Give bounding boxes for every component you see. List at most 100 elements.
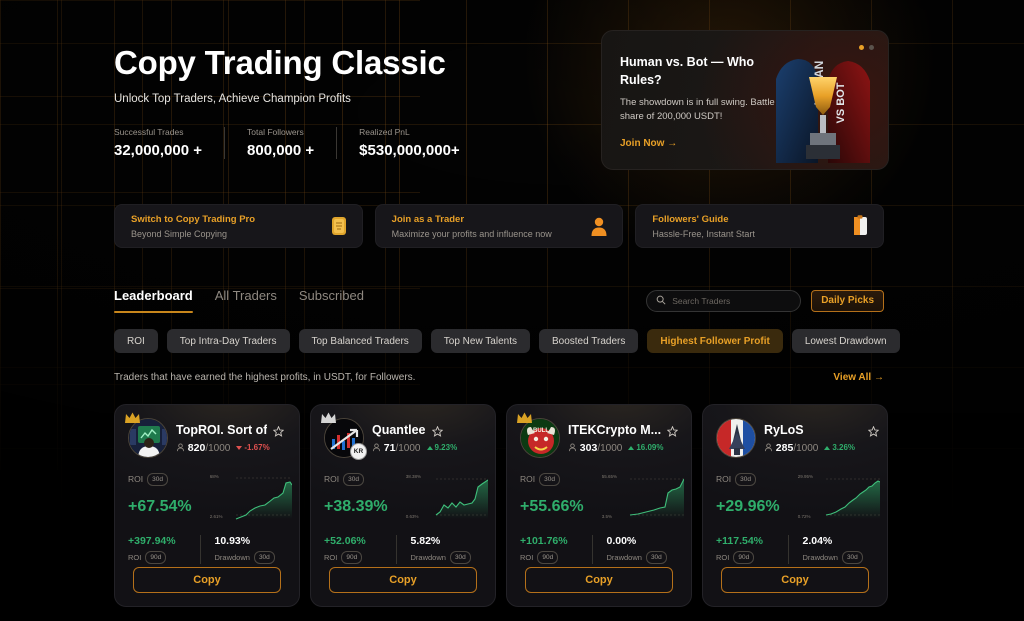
search-icon (656, 292, 666, 310)
roi-90d-stat: +117.54% ROI 90d (716, 535, 788, 564)
stat-label: Successful Trades (114, 127, 184, 138)
svg-text:BULL: BULL (533, 428, 549, 434)
drawdown-value: 10.93% (214, 535, 251, 547)
copy-button[interactable]: Copy (721, 567, 869, 593)
chip-top-balanced-traders[interactable]: Top Balanced Traders (298, 329, 422, 353)
trader-card-stats: +101.76% ROI 90d 0.00% Drawdown 30d (520, 535, 678, 564)
drawdown-stat: 5.82% Drawdown 30d (395, 535, 483, 564)
stat-value: 800,000 + (247, 142, 315, 160)
roi-period-tag: 30d (735, 473, 756, 486)
section-description-row: Traders that have earned the highest pro… (114, 372, 884, 383)
drawdown-value: 0.00% (606, 535, 637, 547)
drawdown-label: Drawdown (410, 552, 446, 562)
drawdown-stat: 10.93% Drawdown 30d (199, 535, 287, 564)
roi-90d-value: +397.94% (128, 535, 176, 547)
tabs-right-controls: Daily Picks (646, 289, 884, 312)
action-subtitle: Maximize your profits and influence now (391, 228, 552, 239)
trader-card[interactable]: TopROI. Sort of 820/1000 -1.67% ROI 30d … (114, 404, 300, 607)
copy-button[interactable]: Copy (525, 567, 673, 593)
followers-max: /1000 (395, 442, 421, 454)
chip-lowest-drawdown[interactable]: Lowest Drawdown (791, 329, 900, 353)
roi-period-tag: 30d (539, 473, 560, 486)
daily-picks-button[interactable]: Daily Picks (811, 289, 884, 312)
trader-cards: TopROI. Sort of 820/1000 -1.67% ROI 30d … (114, 404, 888, 607)
trader-card-header: BULL ITEKCrypto M... 303/1000 16.09% (517, 412, 679, 458)
stat-value: 32,000,000 + (114, 142, 203, 160)
page-subtitle: Unlock Top Traders, Achieve Champion Pro… (114, 93, 351, 106)
roi-block: ROI 30d +55.66% (520, 473, 602, 516)
trader-identity: TopROI. Sort of 820/1000 -1.67% (176, 423, 285, 454)
favorite-star-icon[interactable] (273, 424, 285, 437)
drawdown-label-row: Drawdown 30d (607, 551, 679, 564)
chip-top-new-talents[interactable]: Top New Talents (430, 329, 530, 353)
drawdown-stat: 0.00% Drawdown 30d (591, 535, 679, 564)
change-badge: -1.67% (236, 443, 270, 452)
drawdown-tag: 30d (841, 551, 863, 564)
drawdown-label: Drawdown (214, 552, 250, 562)
action-card-join-trader[interactable]: Join as a Trader Maximize your profits a… (374, 204, 624, 248)
user-icon (588, 214, 610, 238)
chip-roi[interactable]: ROI (114, 329, 158, 353)
trader-card[interactable]: KR Quantlee 71/1000 9.23% ROI 30d +38.39… (310, 404, 496, 607)
change-value: 9.23% (434, 443, 458, 452)
sparkline-chart: 29.95% 0.72% (798, 474, 880, 521)
trader-name: Quantlee (372, 422, 426, 437)
triangle-up-icon (426, 445, 433, 450)
tab-subscribed[interactable]: Subscribed (299, 288, 364, 313)
trader-card[interactable]: BULL ITEKCrypto M... 303/1000 16.09% ROI… (506, 404, 692, 607)
avatar-wrapper: BULL (517, 412, 560, 458)
roi-90d-value: +117.54% (716, 535, 764, 547)
trader-card[interactable]: RyLoS 285/1000 3.26% ROI 30d +29.96% 29.… (702, 404, 888, 607)
search-box[interactable] (646, 289, 802, 312)
action-title: Followers' Guide (652, 213, 729, 225)
sparkline-area (235, 482, 292, 519)
roi-value: +55.66% (520, 497, 584, 515)
tab-all-traders[interactable]: All Traders (215, 288, 277, 313)
roi-label-row: ROI 30d (324, 473, 406, 486)
roi-90d-label: ROI (324, 552, 338, 562)
promo-banner[interactable]: Human vs. Bot — Who Rules? The showdown … (601, 30, 889, 170)
followers-count: 71/1000 (372, 442, 421, 454)
roi-label: ROI (520, 474, 536, 485)
chip-boosted-traders[interactable]: Boosted Traders (538, 329, 639, 353)
favorite-star-icon[interactable] (867, 424, 879, 437)
action-card-followers-guide[interactable]: Followers' Guide Hassle-Free, Instant St… (635, 204, 885, 248)
crown-icon (320, 411, 337, 425)
roi-value: +67.54% (128, 497, 192, 515)
chip-top-intra-day-traders[interactable]: Top Intra-Day Traders (166, 329, 290, 353)
copy-trading-page: Copy Trading Classic Unlock Top Traders,… (0, 0, 1024, 621)
triangle-up-icon (628, 445, 635, 450)
drawdown-tag: 30d (645, 551, 667, 564)
tab-leaderboard[interactable]: Leaderboard (114, 288, 193, 313)
copy-button[interactable]: Copy (133, 567, 281, 593)
action-card-switch-pro[interactable]: Switch to Copy Trading Pro Beyond Simple… (114, 204, 363, 248)
favorite-star-icon[interactable] (431, 424, 443, 437)
change-badge: 16.09% (628, 443, 663, 452)
drawdown-label-row: Drawdown 30d (411, 551, 483, 564)
search-input[interactable] (672, 295, 792, 306)
drawdown-value: 2.04% (802, 535, 833, 547)
copy-button[interactable]: Copy (329, 567, 477, 593)
triangle-down-icon (236, 445, 243, 450)
roi-90d-label: ROI (128, 552, 142, 562)
drawdown-value: 5.82% (410, 535, 441, 547)
roi-90d-label-row: ROI 90d (520, 551, 592, 564)
avatar-wrapper: KR (321, 412, 367, 460)
change-badge: 3.26% (824, 443, 855, 452)
roi-value: +38.39% (324, 497, 388, 515)
action-title: Switch to Copy Trading Pro (131, 213, 256, 225)
trader-card-mid: ROI 30d +29.96% 29.95% 0.72% (716, 473, 880, 521)
triangle-up-icon (824, 445, 831, 450)
drawdown-stat: 2.04% Drawdown 30d (787, 535, 875, 564)
roi-90d-tag: 90d (145, 551, 167, 564)
hero-section: Copy Trading Classic Unlock Top Traders,… (114, 44, 584, 160)
view-all-link[interactable]: View All → (833, 372, 884, 383)
favorite-star-icon[interactable] (666, 424, 679, 437)
trader-card-header: TopROI. Sort of 820/1000 -1.67% (125, 412, 286, 458)
chip-highest-follower-profit[interactable]: Highest Follower Profit (647, 329, 783, 353)
drawdown-label-row: Drawdown 30d (803, 551, 875, 564)
trader-card-mid: ROI 30d +55.66% 55.65% 3.5% (520, 473, 684, 521)
drawdown-label: Drawdown (606, 552, 642, 562)
roi-label: ROI (128, 474, 144, 485)
roi-90d-value: +52.06% (324, 535, 366, 547)
